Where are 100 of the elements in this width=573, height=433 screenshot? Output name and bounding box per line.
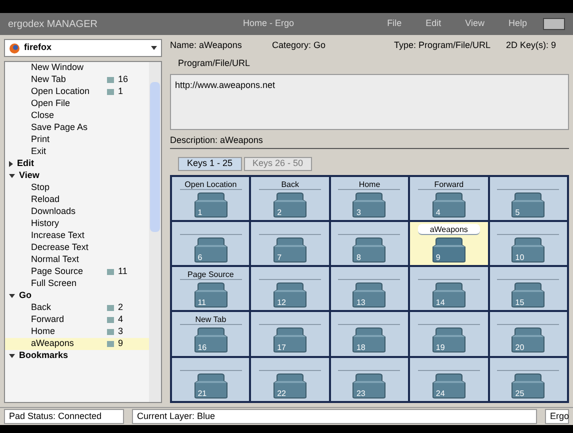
key-cap-icon[interactable]: 19 bbox=[430, 327, 468, 354]
tree-item[interactable]: New Tab 16 bbox=[5, 74, 149, 86]
command-label: Save Page As bbox=[31, 121, 89, 134]
tree-item[interactable]: Print bbox=[5, 134, 149, 146]
url-field[interactable]: http://www.aweapons.net bbox=[170, 74, 569, 130]
app-dropdown[interactable]: firefox bbox=[4, 39, 162, 57]
key-cap-icon[interactable]: 4 bbox=[430, 192, 468, 218]
key-slot[interactable]: 15 bbox=[490, 267, 567, 310]
key-slot[interactable]: 17 bbox=[251, 312, 329, 356]
tree-item[interactable]: Exit bbox=[5, 146, 149, 158]
key-cap-icon[interactable]: 20 bbox=[509, 327, 548, 354]
key-cap-icon[interactable]: 6 bbox=[192, 236, 230, 263]
key-cap-icon[interactable]: 12 bbox=[271, 282, 310, 308]
key-slot[interactable]: 18 bbox=[330, 312, 408, 356]
key-slot[interactable]: 10 bbox=[490, 222, 567, 266]
key-cap-icon[interactable]: 3 bbox=[350, 192, 388, 218]
tree-item[interactable]: Open File bbox=[5, 98, 149, 110]
key-slot[interactable]: Forward 4 bbox=[410, 176, 488, 220]
tree-item[interactable]: aWeapons 9 bbox=[5, 338, 149, 350]
tree-item[interactable]: New Window bbox=[5, 62, 149, 74]
key-slot[interactable]: 21 bbox=[172, 358, 250, 401]
tree-item[interactable]: Forward 4 bbox=[5, 314, 149, 326]
key-cap-icon[interactable]: 18 bbox=[350, 327, 388, 354]
window-controls-icon[interactable] bbox=[543, 18, 565, 30]
key-slot[interactable]: 20 bbox=[490, 312, 567, 356]
scrollbar[interactable] bbox=[149, 62, 161, 402]
tree-item[interactable]: Page Source 11 bbox=[5, 266, 149, 278]
collapse-icon[interactable] bbox=[9, 354, 15, 358]
tree-item[interactable]: Increase Text bbox=[5, 230, 149, 242]
key-cap-icon[interactable]: 24 bbox=[430, 372, 468, 399]
key-slot[interactable]: Open Location 1 bbox=[172, 176, 250, 220]
menu-item[interactable]: View bbox=[457, 17, 492, 31]
menu-item[interactable]: File bbox=[379, 17, 410, 31]
tree-item[interactable]: Reload bbox=[5, 194, 149, 206]
key-slot[interactable]: 8 bbox=[330, 222, 408, 266]
tab[interactable]: Keys 1 - 25 bbox=[178, 156, 242, 170]
tree-item[interactable]: History bbox=[5, 218, 149, 230]
key-cap-icon[interactable]: 25 bbox=[509, 372, 548, 399]
key-slot[interactable]: 19 bbox=[410, 312, 488, 356]
key-number: 10 bbox=[515, 254, 524, 262]
tree-group[interactable]: View bbox=[19, 169, 40, 183]
key-slot[interactable]: 25 bbox=[490, 358, 567, 401]
browser-logo-icon bbox=[9, 42, 20, 54]
key-slot[interactable]: New Tab 16 bbox=[172, 312, 250, 356]
collapse-icon[interactable] bbox=[9, 294, 15, 298]
key-slot[interactable]: 6 bbox=[172, 222, 250, 266]
expand-icon[interactable] bbox=[9, 161, 13, 167]
key-cap-icon[interactable]: 11 bbox=[192, 282, 230, 308]
dropdown-caret-icon bbox=[151, 46, 157, 50]
key-number: 13 bbox=[356, 299, 366, 308]
tree-item[interactable]: Back 2 bbox=[5, 302, 149, 314]
tree-item[interactable]: Full Screen bbox=[5, 278, 149, 290]
key-slot[interactable]: 13 bbox=[330, 267, 408, 310]
key-slot[interactable]: 24 bbox=[410, 358, 488, 401]
key-cap-icon[interactable]: 21 bbox=[192, 372, 230, 399]
tree-item[interactable]: Decrease Text bbox=[5, 242, 149, 254]
tree-item[interactable]: Home 3 bbox=[5, 326, 149, 338]
menu-item[interactable]: Edit bbox=[418, 17, 450, 31]
key-number: 7 bbox=[277, 254, 282, 262]
key-slot[interactable]: Home 3 bbox=[330, 176, 408, 220]
key-slot[interactable]: Page Source 11 bbox=[172, 267, 250, 310]
collapse-icon[interactable] bbox=[9, 174, 15, 178]
tree-group[interactable]: Bookmarks bbox=[19, 349, 68, 363]
key-slot[interactable]: 23 bbox=[330, 358, 408, 401]
key-slot[interactable]: 22 bbox=[251, 358, 329, 401]
tree-item[interactable]: Downloads bbox=[5, 206, 149, 218]
tree-item[interactable]: Save Page As bbox=[5, 122, 149, 134]
tree-item[interactable]: Open Location 1 bbox=[5, 86, 149, 98]
key-cap-icon[interactable]: 2 bbox=[271, 192, 310, 218]
key-cap-icon[interactable]: 17 bbox=[271, 327, 310, 354]
key-slot[interactable]: aWeapons 9 bbox=[410, 222, 488, 266]
key-cap-icon[interactable]: 7 bbox=[271, 236, 310, 263]
key-cap-icon[interactable]: 16 bbox=[192, 327, 230, 354]
key-slot[interactable]: Back 2 bbox=[251, 176, 329, 220]
key-slot[interactable]: 12 bbox=[251, 267, 329, 310]
key-cap-icon[interactable]: 1 bbox=[192, 192, 230, 218]
key-slot[interactable]: 7 bbox=[251, 222, 329, 266]
key-cap-icon[interactable]: 9 bbox=[430, 236, 468, 263]
tree-group[interactable]: Go bbox=[19, 289, 32, 303]
tree-item[interactable]: Close bbox=[5, 110, 149, 122]
command-label: Home bbox=[31, 325, 56, 338]
command-label: Forward bbox=[31, 313, 66, 326]
key-label: Back bbox=[259, 178, 322, 190]
key-icon bbox=[107, 269, 114, 275]
tab[interactable]: Keys 26 - 50 bbox=[244, 156, 312, 170]
key-cap-icon[interactable]: 13 bbox=[350, 282, 388, 308]
menu-item[interactable]: Help bbox=[500, 17, 535, 31]
key-label: New Tab bbox=[180, 314, 242, 326]
key-cap-icon[interactable]: 5 bbox=[509, 192, 548, 218]
key-cap-icon[interactable]: 23 bbox=[350, 372, 388, 399]
key-cap-icon[interactable]: 14 bbox=[430, 282, 468, 308]
key-slot[interactable]: 14 bbox=[410, 267, 488, 310]
tree-item[interactable]: Normal Text bbox=[5, 254, 149, 266]
key-cap-icon[interactable]: 22 bbox=[271, 372, 310, 399]
key-slot[interactable]: 5 bbox=[490, 176, 567, 220]
key-cap-icon[interactable]: 15 bbox=[509, 282, 548, 308]
key-cap-icon[interactable]: 8 bbox=[350, 236, 388, 263]
tree-item[interactable]: Stop bbox=[5, 182, 149, 194]
key-cap-icon[interactable]: 10 bbox=[509, 236, 548, 263]
tree-group[interactable]: Edit bbox=[17, 157, 34, 171]
